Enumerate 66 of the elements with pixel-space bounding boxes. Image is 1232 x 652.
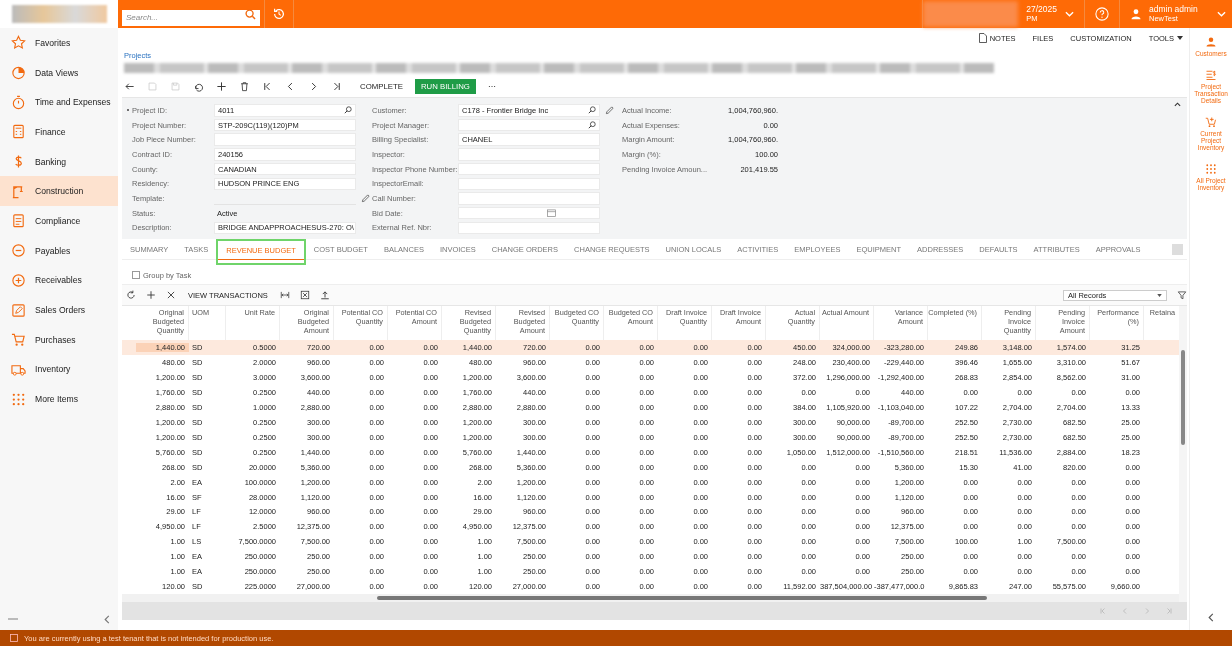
drag-handle-icon	[8, 618, 18, 620]
scrollbar-thumb[interactable]	[377, 596, 987, 601]
sidebar-item[interactable]: Favorites	[0, 28, 118, 58]
sidebar-item[interactable]: Data Views	[0, 57, 118, 88]
input-field[interactable]	[458, 206, 600, 220]
plus-circle-icon	[11, 272, 26, 288]
person-icon	[1205, 36, 1217, 48]
cart-plus-icon	[1205, 116, 1217, 128]
document-icon	[978, 33, 987, 43]
search-icon[interactable]	[588, 121, 596, 130]
cart-icon	[11, 332, 26, 348]
grid-icon	[1205, 163, 1217, 175]
sidebar-item[interactable]: Compliance	[0, 206, 118, 236]
fit-columns-icon[interactable]	[279, 290, 290, 300]
plus-icon[interactable]	[216, 80, 227, 92]
crane-icon	[11, 183, 26, 199]
pencil-icon[interactable]	[361, 193, 370, 203]
calculator-icon	[11, 124, 26, 140]
search-field[interactable]: Search...	[122, 9, 260, 26]
calendar-icon[interactable]	[547, 209, 556, 218]
minus-circle-icon	[11, 243, 26, 259]
filter-icon[interactable]	[1177, 290, 1187, 300]
sidebar-item[interactable]: Banking	[0, 146, 118, 177]
sidebar-item[interactable]: More Items	[0, 384, 118, 414]
back-icon[interactable]	[124, 80, 135, 92]
sidebar-item[interactable]: Finance	[0, 117, 118, 147]
stopwatch-icon	[11, 94, 26, 110]
sidebar-item[interactable]: Purchases	[0, 324, 118, 355]
scrollbar-thumb[interactable]	[1181, 350, 1185, 445]
refresh-icon[interactable]	[126, 290, 136, 300]
search-icon[interactable]	[588, 106, 596, 115]
sidebar-item[interactable]: Sales Orders	[0, 295, 118, 325]
sidebar-item[interactable]: Payables	[0, 235, 118, 266]
help-icon[interactable]	[1095, 7, 1109, 21]
user-name: admin admin	[1149, 5, 1199, 15]
sidebar-item[interactable]: Construction	[0, 176, 118, 207]
close-icon[interactable]	[166, 290, 176, 300]
chevron-down-icon	[1065, 11, 1074, 17]
caret-icon	[1177, 36, 1183, 40]
search-icon	[245, 8, 256, 20]
last-page-icon[interactable]	[331, 80, 342, 92]
spreadsheet-icon[interactable]	[299, 290, 310, 300]
sidebar-item[interactable]: Time and Expenses	[0, 87, 118, 118]
sidebar-item[interactable]: Inventory	[0, 354, 118, 385]
pie-chart-icon	[11, 65, 26, 81]
pencil-box-icon	[11, 302, 26, 318]
input-field[interactable]	[458, 118, 600, 132]
chevron-up-icon[interactable]	[1174, 102, 1181, 107]
first-page-icon[interactable]	[262, 80, 273, 92]
chevron-down-icon	[1217, 11, 1226, 17]
grid-icon	[11, 391, 26, 407]
pencil-icon[interactable]	[605, 105, 614, 115]
star-icon	[11, 35, 26, 51]
sidebar-item[interactable]: Receivables	[0, 265, 118, 296]
chevron-left-icon[interactable]	[104, 614, 110, 624]
search-icon[interactable]	[344, 106, 352, 115]
chevron-left-icon[interactable]	[1208, 613, 1214, 622]
upload-icon[interactable]	[319, 290, 330, 300]
person-icon	[1130, 8, 1142, 20]
caret-icon	[1157, 293, 1162, 297]
list-dollar-icon	[1205, 69, 1217, 81]
warning-icon	[10, 634, 18, 642]
date-text: 27/2025	[1026, 5, 1057, 15]
clipboard-icon	[11, 213, 26, 229]
trash-icon[interactable]	[239, 80, 250, 92]
history-icon[interactable]	[272, 7, 286, 21]
